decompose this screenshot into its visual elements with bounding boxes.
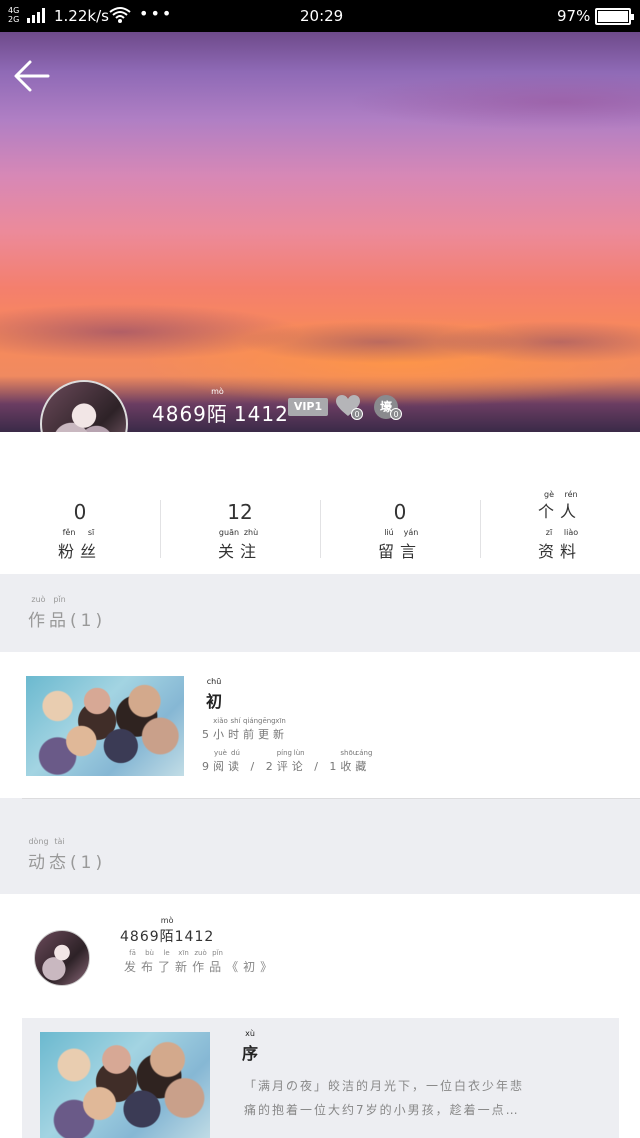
clock: 20:29 — [300, 7, 344, 25]
following-label: guān 关 zhù 注 — [217, 528, 263, 561]
network-speed: 1.22k/s — [54, 7, 109, 25]
wifi-icon — [109, 7, 131, 23]
shared-work-excerpt: 「满月の夜」皎洁的月光下，一位白衣少年悲 痛的抱着一位大约7岁的小男孩，趁着一点… — [244, 1079, 525, 1117]
heart-badge[interactable]: 0 — [335, 394, 363, 420]
activity-username[interactable]: 4869 mò 陌1412 — [120, 916, 214, 946]
messages-label: liú 留 yán 言 — [377, 528, 423, 561]
work-updated-time: 5 xiǎo 小 shí 时 qián 前 gēng 更 xīn 新 — [202, 717, 288, 741]
signal-bars-icon — [27, 8, 47, 23]
stat-following[interactable]: 12 guān 关 zhù 注 — [160, 500, 320, 561]
messages-count: 0 — [393, 500, 407, 524]
battery-percent: 97% — [557, 7, 591, 25]
profile-info-label: zī 资 liào 料 — [537, 528, 583, 561]
battery-icon — [595, 8, 634, 25]
status-bar: 4G 2G 1.22k/s ••• 20:29 97% — [0, 0, 640, 32]
activity-avatar[interactable] — [34, 930, 90, 986]
shared-work-cover-image[interactable] — [40, 1032, 210, 1138]
profile-stats: 0 fěn 粉 sī 丝 12 guān 关 zhù 注 0 liú 留 yán 言 gè 个 rén… — [0, 432, 640, 574]
fans-label: fěn 粉 sī 丝 — [57, 528, 103, 561]
activity-description: fā 发 bù 布 le 了 xīn 新 zuò 作 pǐn 品《初》 — [124, 949, 278, 974]
profile-username: 4869 mò 陌 1412 — [152, 387, 289, 426]
works-section-title: zuò 作 pǐn 品(1) — [28, 595, 107, 631]
back-arrow-icon[interactable] — [12, 56, 52, 96]
following-count: 12 — [227, 500, 253, 524]
hao-count: 0 — [390, 408, 402, 420]
stat-profile-info[interactable]: gè 个 rén 人 zī 资 liào 料 — [480, 490, 640, 561]
activity-item[interactable]: 4869 mò 陌1412 fā 发 bù 布 le 了 xīn 新 zuò 作 pǐn 品《初》 xù 序… — [0, 894, 640, 1138]
profile-info-top: gè 个 rén 人 — [537, 490, 583, 521]
work-card[interactable]: chū 初 5 xiǎo 小 shí 时 qián 前 gēng 更 xīn 新 9 yuè 阅 dú 读 /… — [0, 652, 640, 798]
works-section-header: zuò 作 pǐn 品(1) — [0, 574, 640, 652]
profile-cover-image — [0, 32, 640, 432]
hao-badge[interactable]: 壕 0 — [372, 394, 402, 420]
heart-count: 0 — [351, 408, 363, 420]
work-title[interactable]: chū 初 — [206, 677, 222, 712]
activity-section-header: dòng 动 tài 态(1) — [0, 816, 640, 894]
shared-work-preview[interactable]: xù 序 「满月の夜」皎洁的月光下，一位白衣少年悲 痛的抱着一位大约7岁的小男孩，… — [22, 1018, 619, 1138]
fans-count: 0 — [73, 500, 87, 524]
stat-messages[interactable]: 0 liú 留 yán 言 — [320, 500, 480, 561]
more-notifications-icon: ••• — [139, 4, 174, 23]
work-stats: 9 yuè 阅 dú 读 / 2 píng 评 lùn 论 / 1 shōu 收 cáng 藏 — [202, 749, 373, 773]
vip-badge[interactable]: VIP1 — [288, 398, 328, 416]
network-type: 4G 2G — [8, 6, 20, 24]
activity-section-title: dòng 动 tài 态(1) — [28, 837, 107, 873]
divider — [22, 798, 640, 799]
work-cover-image[interactable] — [26, 676, 184, 776]
stat-fans[interactable]: 0 fěn 粉 sī 丝 — [0, 500, 160, 561]
shared-work-chapter-title[interactable]: xù 序 — [242, 1029, 258, 1064]
